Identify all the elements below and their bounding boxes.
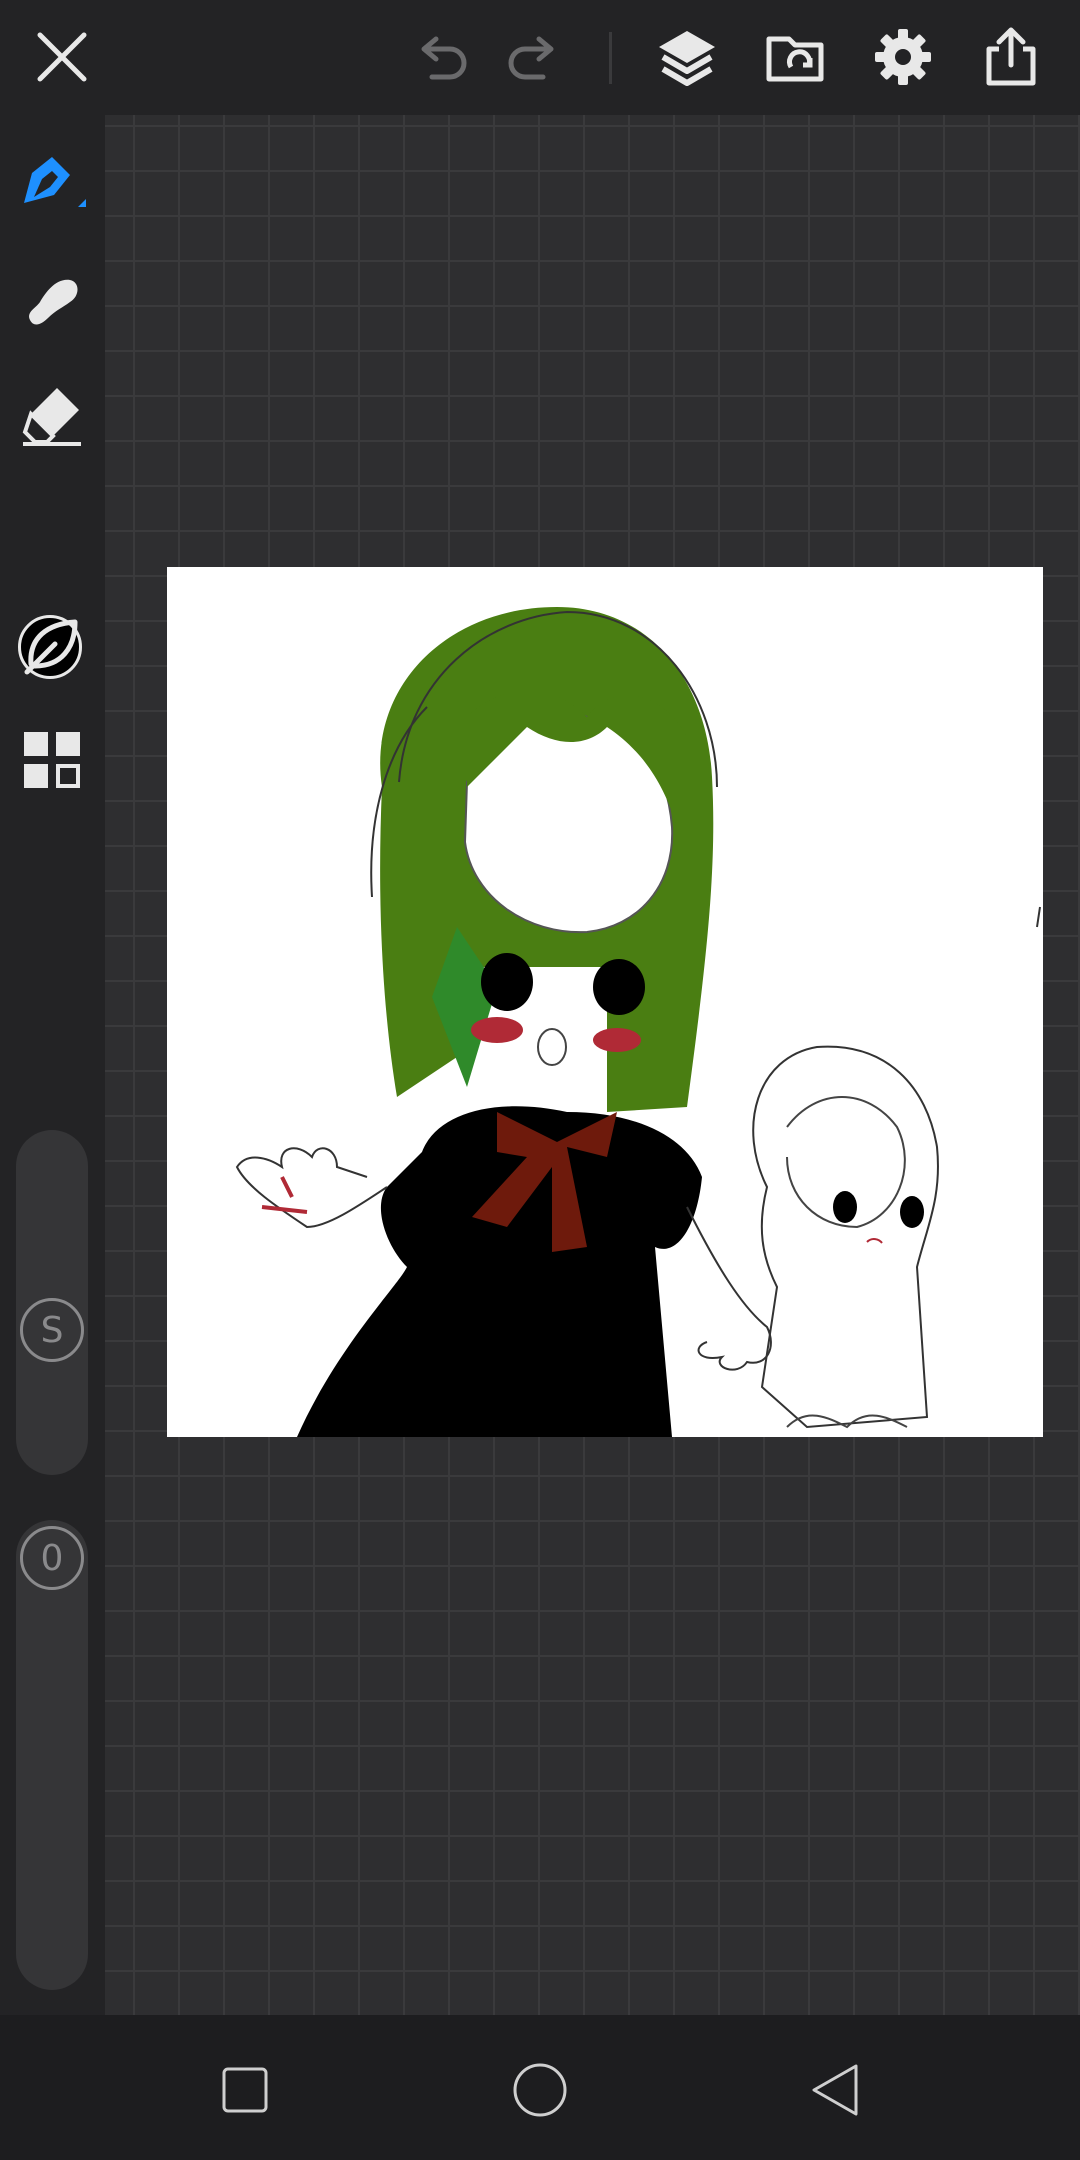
panels-button[interactable] (12, 720, 92, 800)
square-icon (222, 2067, 268, 2113)
back-button[interactable] (795, 2050, 875, 2130)
share-icon (986, 27, 1036, 86)
system-navigation-bar (0, 2015, 1080, 2160)
brush-library-button[interactable] (12, 605, 92, 685)
opacity-slider[interactable]: 0 (16, 1520, 88, 1990)
pen-icon (24, 157, 86, 207)
opacity-label: 0 (40, 1537, 64, 1579)
folder-import-icon (766, 36, 824, 82)
triangle-back-icon (812, 2064, 858, 2116)
undo-icon (421, 36, 467, 80)
redo-button[interactable] (500, 22, 570, 92)
circle-icon (513, 2063, 567, 2117)
tool-sidebar: S 0 (0, 115, 105, 2015)
undo-button[interactable] (405, 22, 475, 92)
gear-icon (875, 29, 931, 85)
toolbar-divider (609, 32, 612, 84)
drawing-canvas[interactable] (167, 567, 1043, 1437)
pen-tool-button[interactable] (12, 145, 92, 225)
recents-button[interactable] (205, 2050, 285, 2130)
home-button[interactable] (500, 2050, 580, 2130)
close-icon (37, 32, 87, 82)
grid-icon (24, 732, 80, 788)
brush-size-handle[interactable]: S (20, 1298, 84, 1362)
eraser-tool-button[interactable] (12, 375, 92, 455)
layers-icon (659, 31, 715, 86)
close-button[interactable] (27, 22, 97, 92)
artwork (235, 607, 1041, 1437)
smudge-icon (29, 279, 78, 325)
layers-button[interactable] (652, 22, 722, 92)
brush-size-slider[interactable]: S (16, 1130, 88, 1475)
smudge-tool-button[interactable] (12, 260, 92, 340)
top-toolbar (0, 0, 1080, 115)
brush-size-label: S (40, 1309, 64, 1351)
share-button[interactable] (976, 22, 1046, 92)
import-button[interactable] (760, 22, 830, 92)
eraser-icon (22, 388, 81, 446)
opacity-handle[interactable]: 0 (20, 1526, 84, 1590)
leaf-icon (24, 619, 78, 675)
redo-icon (508, 36, 554, 80)
settings-button[interactable] (868, 22, 938, 92)
